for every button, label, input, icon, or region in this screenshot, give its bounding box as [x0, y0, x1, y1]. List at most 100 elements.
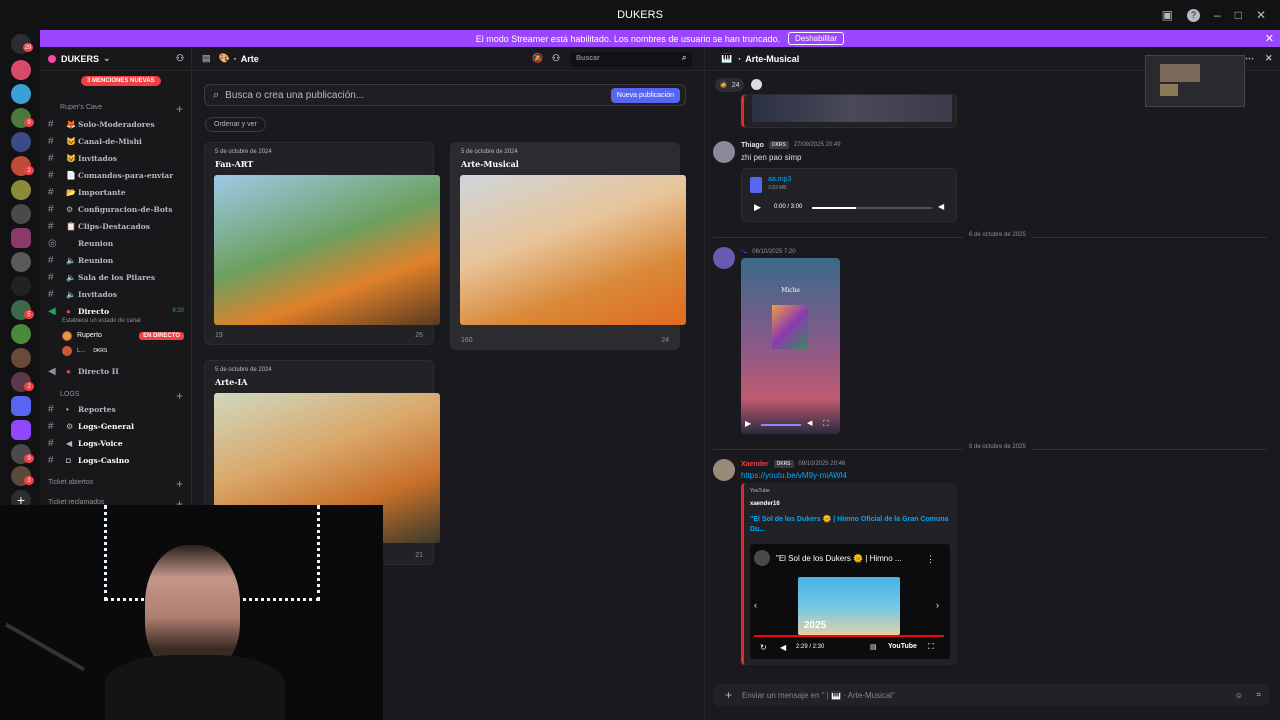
server-icon[interactable] — [11, 252, 31, 272]
fullscreen-icon[interactable]: ⛶ — [928, 642, 934, 652]
youtube-logo[interactable]: YouTube — [888, 643, 917, 650]
banner-close-icon[interactable]: ✕ — [1265, 32, 1274, 45]
prev-arrow-icon[interactable]: ‹ — [754, 600, 757, 610]
mute-icon[interactable]: 🔕 — [532, 53, 543, 64]
channel-item[interactable]: # • Reportes — [48, 401, 188, 417]
video-thumbnail[interactable]: 2025 — [798, 577, 900, 635]
stage-icon: ◎ — [48, 237, 57, 249]
video-progress-bar[interactable] — [754, 635, 944, 637]
fullscreen-icon[interactable]: ⛶ — [823, 419, 829, 429]
more-vertical-icon[interactable]: ⋮ — [926, 554, 935, 565]
server-header[interactable]: DUKERS ⌄ ⚇ — [40, 47, 191, 71]
volume-icon[interactable]: ◀ — [780, 643, 786, 652]
avatar[interactable] — [713, 247, 735, 269]
forum-post-card[interactable]: 5 de octubre de 2024 Fan-ART 19 26 — [204, 142, 440, 345]
server-icon[interactable] — [11, 324, 31, 344]
disable-streamer-button[interactable]: Deshabilitar — [787, 32, 845, 45]
channel-item[interactable]: # 🦊 Solo-Moderadores — [48, 116, 188, 132]
category-rupers-cave[interactable]: Ruper's Cave — [60, 104, 102, 111]
add-member-icon[interactable]: ⚇ — [176, 53, 184, 64]
channel-item[interactable]: # ◘ Logs-Casino — [48, 452, 188, 468]
voice-user[interactable]: L... DKRS — [62, 345, 186, 357]
channel-item[interactable]: # 📂 Importante — [48, 184, 188, 200]
message-link[interactable]: https://youtu.be/vM9y-miAWl4 — [741, 471, 847, 480]
channel-item[interactable]: # ⚙ Configuracion-de-Bots — [48, 201, 188, 217]
channel-item[interactable]: # 🐱 Canal-de-Mishi — [48, 133, 188, 149]
avatar[interactable] — [713, 459, 735, 481]
server-icon[interactable] — [11, 180, 31, 200]
inbox-icon[interactable]: ▣ — [1162, 8, 1173, 22]
help-icon[interactable]: ? — [1187, 8, 1200, 22]
volume-icon[interactable]: ◀ — [807, 419, 812, 427]
play-icon[interactable]: ▶ — [745, 419, 751, 428]
add-reaction-icon[interactable] — [751, 79, 762, 90]
username[interactable]: Thiago — [741, 142, 764, 149]
channel-item[interactable]: # 📋 Clips-Destacados — [48, 218, 188, 234]
sort-view-button[interactable]: Ordenar y ver — [205, 117, 266, 132]
server-icon[interactable] — [11, 276, 31, 296]
server-icon[interactable] — [11, 348, 31, 368]
youtube-player[interactable]: "El Sol de los Dukers 🌞 | Himno ... ⋮ 20… — [750, 544, 950, 659]
channel-item[interactable]: # 😺 Invitados — [48, 150, 188, 166]
channel-item[interactable]: # ⚙ Logs-General — [48, 418, 188, 434]
new-mentions-pill[interactable]: 3 MENCIONES NUEVAS — [81, 76, 161, 86]
subtitles-icon[interactable]: ▤ — [870, 643, 877, 651]
channel-item[interactable]: # ◀ Logs-Voice — [48, 435, 188, 451]
volume-icon[interactable]: ◀ — [938, 202, 944, 211]
server-icon[interactable] — [11, 396, 31, 416]
add-channel-icon[interactable]: + — [176, 477, 183, 491]
members-icon[interactable]: ⚇ — [552, 53, 560, 64]
channel-status-hint[interactable]: Establece un estado de canal — [62, 318, 141, 324]
minimize-button[interactable]: – — [1214, 8, 1221, 22]
post-thumbnail[interactable] — [214, 175, 440, 325]
server-icon-dukers[interactable] — [11, 228, 31, 248]
username[interactable]: ·.. — [741, 248, 747, 255]
channel-item[interactable]: # 🔈 Invitados — [48, 286, 188, 302]
audio-progress-bar[interactable] — [812, 207, 932, 209]
server-icon[interactable] — [11, 60, 31, 80]
voice-channel-item[interactable]: ◎ Reunion — [48, 235, 188, 251]
embed-author[interactable]: xaender16 — [750, 501, 780, 507]
more-icon[interactable]: ⋯ — [1245, 53, 1254, 64]
video-attachment[interactable]: Miche ▶ ◀ ⛶ — [741, 258, 840, 434]
embed-image[interactable] — [752, 95, 952, 122]
reaction-pill[interactable]: 🧔 24 — [715, 78, 744, 92]
video-progress[interactable] — [761, 424, 801, 426]
server-icon[interactable] — [11, 132, 31, 152]
replay-icon[interactable]: ↻ — [760, 643, 767, 652]
gamepad-icon[interactable]: ⌗ — [1256, 690, 1261, 700]
server-icon[interactable] — [11, 204, 31, 224]
search-input[interactable]: Buscar — [570, 52, 692, 67]
post-thumbnail[interactable] — [460, 175, 686, 325]
channel-emoji: 🦊 — [66, 119, 76, 129]
message-composer[interactable]: + Enviar un mensaje en " | 🎹 · Arte-Musi… — [713, 684, 1269, 706]
category-logs[interactable]: LOGS — [60, 391, 79, 398]
emoji-icon[interactable]: ☺ — [1235, 691, 1243, 700]
play-icon[interactable]: ▶ — [754, 202, 761, 213]
category-ticket-open[interactable]: Ticket abiertos — [48, 479, 93, 486]
username[interactable]: Xaender — [741, 461, 769, 468]
embed-title[interactable]: "El Sol de los Dukers 🌞 | Himno Oficial … — [750, 515, 950, 535]
add-channel-icon[interactable]: + — [176, 102, 183, 116]
channel-item[interactable]: # 🔈 Reunion — [48, 252, 188, 268]
file-name[interactable]: aa.mp3 — [768, 176, 791, 183]
server-icon[interactable] — [11, 84, 31, 104]
twitch-server-icon[interactable] — [11, 420, 31, 440]
channel-item[interactable]: # 🔈 Sala de los Pilares — [48, 269, 188, 285]
stream-preview-thumbnail[interactable] — [1145, 55, 1245, 107]
voice-channel-item[interactable]: ◀ ● Directo II — [48, 363, 188, 379]
post-date: 5 de octubre de 2024 — [215, 149, 272, 155]
avatar[interactable] — [713, 141, 735, 163]
new-post-button[interactable]: Nueva publicación — [610, 88, 680, 103]
add-attachment-icon[interactable]: + — [725, 688, 732, 702]
voice-channel-directo[interactable]: ◀ ● Directo 9:30 — [48, 303, 188, 319]
channel-item[interactable]: # 📄 Comandos-para-enviar — [48, 167, 188, 183]
voice-user[interactable]: Ruperto EN DIRECTO — [62, 329, 186, 342]
forum-post-card-selected[interactable]: 5 de octubre de 2024 Arte-Musical 160 24 — [450, 142, 686, 350]
post-search-input[interactable]: ⌕ Busca o crea una publicación... Nueva … — [204, 84, 686, 106]
message-header: Xaender DKRS 09/10/2025 20:46 — [741, 460, 845, 468]
maximize-button[interactable]: □ — [1235, 8, 1242, 22]
close-thread-icon[interactable]: ✕ — [1265, 53, 1273, 64]
close-button[interactable]: ✕ — [1256, 8, 1266, 22]
next-arrow-icon[interactable]: › — [936, 600, 939, 610]
